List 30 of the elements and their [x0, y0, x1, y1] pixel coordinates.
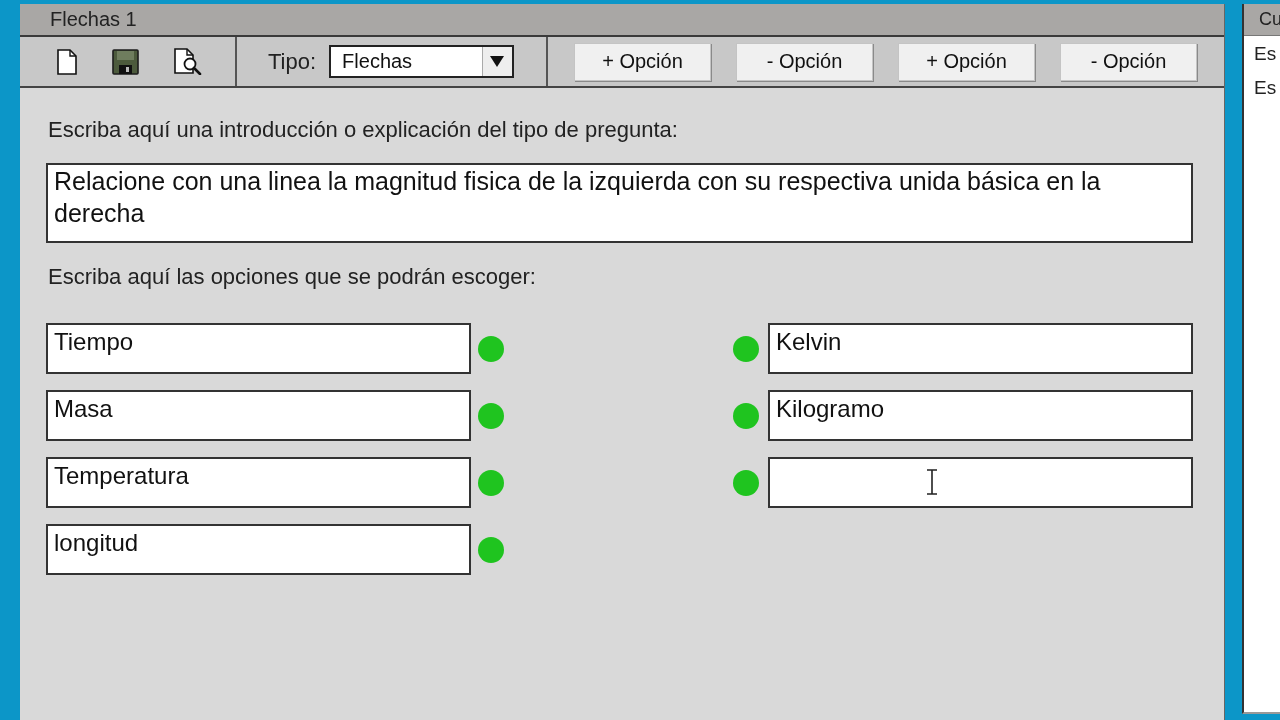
option-field[interactable]: Masa — [46, 390, 471, 441]
document-icon[interactable] — [57, 48, 77, 75]
connector-dot-icon — [733, 402, 759, 429]
dropdown-caret-icon[interactable] — [482, 47, 513, 76]
connector-dot-icon — [478, 402, 504, 429]
option-field[interactable]: Kelvin — [768, 323, 1193, 374]
type-dropdown[interactable]: Flechas — [329, 45, 515, 78]
connector-dot-icon — [478, 469, 504, 496]
intro-text-field[interactable]: Relacione con una linea la magnitud fisica de la izquierda con su respectiva unida básica en la derecha — [46, 163, 1193, 243]
connector-dot-icon — [478, 335, 504, 362]
option-button[interactable]: + Opción — [574, 42, 711, 81]
option-field[interactable]: Temperatura — [46, 457, 471, 508]
option-button[interactable]: - Opción — [736, 42, 873, 81]
option-field[interactable]: longitud — [46, 524, 471, 575]
panel-list-item[interactable]: Es — [1244, 40, 1277, 68]
option-button[interactable]: + Opción — [898, 42, 1035, 81]
type-label: Tipo: — [268, 48, 317, 75]
window-title: Flechas 1 — [50, 8, 137, 31]
connector-dot-icon — [733, 335, 759, 362]
option-field[interactable]: Kilogramo — [768, 390, 1193, 441]
intro-label: Escriba aquí una introducción o explicación del tipo de pregunta: — [48, 117, 678, 143]
connector-dot-icon — [478, 536, 504, 563]
option-field[interactable] — [768, 457, 1193, 508]
panel-title: Cu — [1259, 9, 1280, 30]
options-label: Escriba aquí las opciones que se podrán escoger: — [48, 264, 536, 290]
document-magnifier-icon[interactable] — [174, 48, 202, 75]
connector-dot-icon — [733, 469, 759, 496]
option-field[interactable]: Tiempo — [46, 323, 471, 374]
option-button[interactable]: - Opción — [1060, 42, 1197, 81]
panel-list-item[interactable]: Es — [1244, 74, 1277, 102]
